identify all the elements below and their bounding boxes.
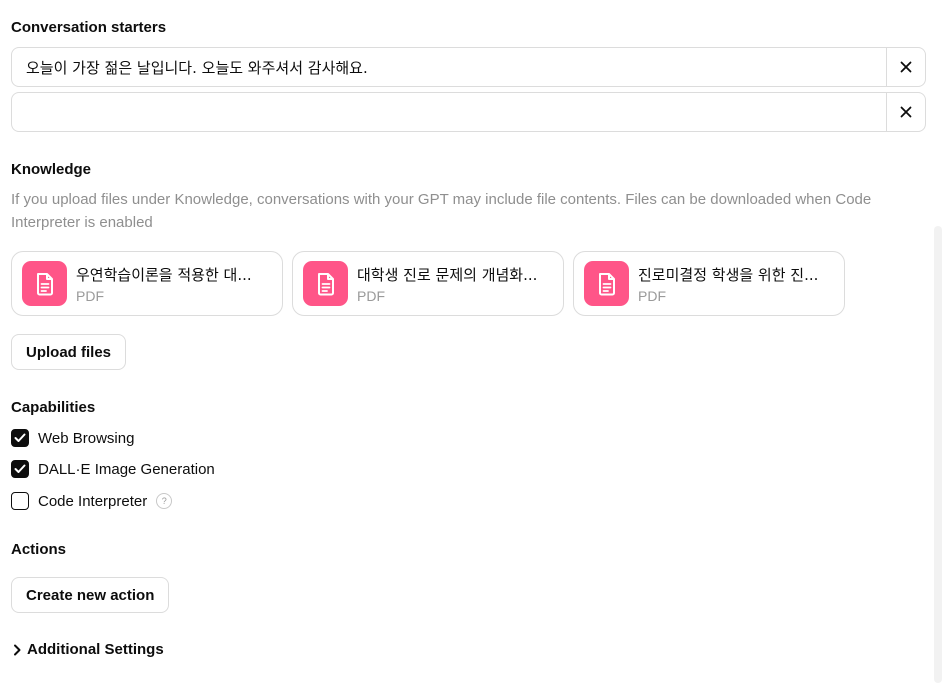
starter-input-1[interactable] bbox=[12, 48, 886, 86]
file-name: 대학생 진로 문제의 개념화... bbox=[357, 265, 538, 284]
file-card[interactable]: 진로미결정 학생을 위한 진... PDF bbox=[573, 251, 845, 316]
starter-row-2 bbox=[11, 92, 926, 132]
file-name: 우연학습이론을 적용한 대... bbox=[76, 265, 252, 284]
capability-label: Code Interpreter bbox=[38, 492, 148, 510]
file-type: PDF bbox=[357, 287, 385, 304]
chevron-right-icon bbox=[14, 644, 21, 655]
file-name: 진로미결정 학생을 위한 진... bbox=[638, 265, 819, 284]
starter-input-2[interactable] bbox=[12, 93, 886, 131]
create-new-action-button[interactable]: Create new action bbox=[11, 577, 170, 613]
document-icon bbox=[22, 261, 67, 306]
additional-settings-toggle[interactable]: Additional Settings bbox=[13, 641, 164, 658]
capability-web-browsing[interactable]: Web Browsing bbox=[11, 428, 134, 448]
checkmark-icon bbox=[14, 464, 26, 473]
document-icon bbox=[303, 261, 348, 306]
clear-starter-button[interactable] bbox=[886, 48, 925, 86]
additional-settings-label: Additional Settings bbox=[27, 641, 164, 658]
checkbox[interactable] bbox=[11, 492, 29, 510]
help-icon[interactable]: ? bbox=[156, 493, 173, 509]
starter-row-1 bbox=[11, 47, 926, 87]
conversation-starters-title: Conversation starters bbox=[11, 19, 167, 36]
close-icon bbox=[900, 106, 912, 118]
checkbox[interactable] bbox=[11, 460, 29, 478]
knowledge-description: If you upload files under Knowledge, con… bbox=[11, 191, 872, 231]
capability-label: DALL·E Image Generation bbox=[38, 460, 215, 478]
file-card[interactable]: 우연학습이론을 적용한 대... PDF bbox=[11, 251, 283, 316]
scrollbar-thumb[interactable] bbox=[934, 226, 942, 683]
knowledge-title: Knowledge bbox=[11, 161, 92, 178]
file-type: PDF bbox=[638, 287, 666, 304]
document-icon bbox=[584, 261, 629, 306]
checkbox[interactable] bbox=[11, 429, 29, 447]
file-type: PDF bbox=[76, 287, 104, 304]
clear-starter-button[interactable] bbox=[886, 93, 925, 131]
file-card[interactable]: 대학생 진로 문제의 개념화... PDF bbox=[292, 251, 564, 316]
close-icon bbox=[900, 61, 912, 73]
upload-files-button[interactable]: Upload files bbox=[11, 334, 127, 370]
capability-dalle[interactable]: DALL·E Image Generation bbox=[11, 459, 215, 479]
actions-title: Actions bbox=[11, 541, 67, 558]
scrollbar[interactable] bbox=[933, 0, 943, 683]
checkmark-icon bbox=[14, 433, 26, 442]
capability-code-interpreter[interactable]: Code Interpreter ? bbox=[11, 491, 173, 511]
capability-label: Web Browsing bbox=[38, 429, 135, 447]
capabilities-title: Capabilities bbox=[11, 399, 96, 416]
